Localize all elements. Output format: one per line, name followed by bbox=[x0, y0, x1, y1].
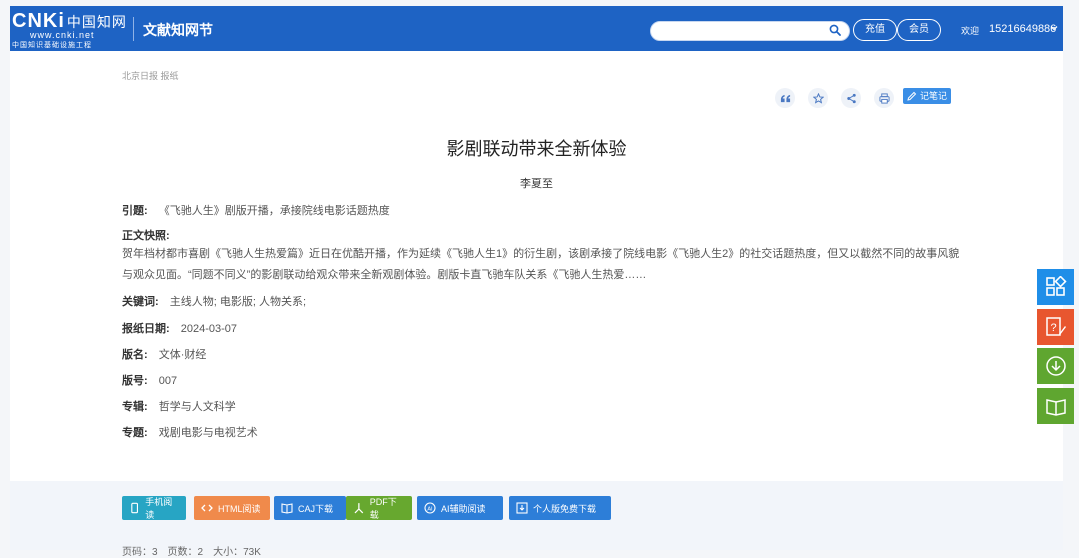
member-button[interactable]: 会员 bbox=[897, 19, 941, 41]
pdf-download-label: PDF下载 bbox=[369, 497, 397, 520]
article-panel: 北京日报 报纸 记笔记 影剧联动带来全新体验 李夏至 引题: 《飞驰人生》剧版开… bbox=[10, 51, 1063, 481]
download-box-icon bbox=[516, 502, 528, 514]
series-field: 专辑: 哲学与人文科学 bbox=[122, 398, 236, 414]
ai-read-button[interactable]: AI AI辅助阅读 bbox=[417, 496, 503, 520]
date-label: 报纸日期: bbox=[122, 323, 170, 335]
summary-text: 贺年档材都市喜剧《飞驰人生热爱篇》近日在优酷开播，作为延续《飞驰人生1》的衍生剧… bbox=[122, 248, 960, 281]
topic-value: 戏剧电影与电视艺术 bbox=[158, 427, 258, 439]
share-icon bbox=[846, 93, 856, 103]
username-menu[interactable]: 15216649886 bbox=[989, 23, 1056, 35]
feedback-icon: ? bbox=[1045, 317, 1066, 336]
print-icon bbox=[878, 92, 890, 104]
pencil-icon bbox=[907, 91, 917, 101]
svg-text:AI: AI bbox=[427, 506, 433, 512]
article-toolbar bbox=[775, 88, 907, 108]
edition-name-value: 文体·财经 bbox=[158, 349, 207, 361]
search-icon[interactable] bbox=[829, 24, 841, 36]
edition-name-field: 版名: 文体·财经 bbox=[122, 346, 206, 362]
edition-name-label: 版名: bbox=[122, 349, 148, 361]
ai-read-label: AI辅助阅读 bbox=[441, 503, 486, 514]
logo-brand: CNKi bbox=[12, 10, 65, 32]
sidebar-read-button[interactable] bbox=[1037, 388, 1074, 424]
recharge-button[interactable]: 充值 bbox=[853, 19, 897, 41]
lead-value: 《飞驰人生》剧版开播，承接院线电影话题热度 bbox=[158, 205, 390, 217]
keywords-field: 关键词: 主线人物; 电影版; 人物关系; bbox=[122, 293, 306, 309]
phone-icon bbox=[131, 502, 138, 514]
sidebar-feedback-button[interactable]: ? bbox=[1037, 309, 1074, 345]
quote-icon bbox=[780, 94, 790, 102]
download-icon bbox=[1045, 356, 1066, 376]
date-value: 2024-03-07 bbox=[180, 323, 238, 335]
star-icon bbox=[812, 92, 824, 104]
caj-download-label: CAJ下载 bbox=[298, 503, 334, 514]
share-button[interactable] bbox=[841, 88, 861, 108]
topic-field: 专题: 戏剧电影与电视艺术 bbox=[122, 424, 258, 440]
mobile-read-button[interactable]: 手机阅读 bbox=[122, 496, 186, 520]
chevron-down-icon[interactable] bbox=[1050, 24, 1058, 32]
action-bar: 手机阅读 HTML阅读 CAJ下载 PDF下载 AI AI辅助阅读 个人版免费下… bbox=[10, 481, 1063, 558]
edition-no-label: 版号: bbox=[122, 375, 148, 387]
page-stats: 页码：3 页数：2 大小：73K bbox=[122, 547, 261, 558]
free-download-button[interactable]: 个人版免费下载 bbox=[509, 496, 611, 520]
print-button[interactable] bbox=[874, 88, 894, 108]
mobile-read-label: 手机阅读 bbox=[145, 497, 173, 520]
free-download-label: 个人版免费下载 bbox=[533, 503, 597, 514]
take-note-label: 记笔记 bbox=[920, 91, 948, 101]
caj-download-button[interactable]: CAJ下载 bbox=[274, 496, 346, 520]
pdf-download-button[interactable]: PDF下载 bbox=[346, 496, 412, 520]
quote-button[interactable] bbox=[775, 88, 795, 108]
top-header-bar: CNKi 中国知网 www.cnki.net 中国知识基础设施工程 文献知网节 充… bbox=[10, 6, 1063, 51]
open-book-icon bbox=[281, 503, 293, 514]
logo-subtitle: 中国知识基础设施工程 bbox=[12, 42, 92, 49]
welcome-label: 欢迎 bbox=[961, 26, 980, 36]
take-note-button[interactable]: 记笔记 bbox=[903, 88, 952, 104]
keywords-label: 关键词: bbox=[122, 296, 159, 308]
html-read-button[interactable]: HTML阅读 bbox=[194, 496, 270, 520]
logo-cn: 中国知网 bbox=[66, 14, 127, 30]
favorite-button[interactable] bbox=[808, 88, 828, 108]
article-title: 影剧联动带来全新体验 bbox=[446, 139, 627, 159]
header-divider bbox=[133, 17, 134, 41]
section-title[interactable]: 文献知网节 bbox=[143, 20, 213, 40]
ai-icon: AI bbox=[424, 502, 436, 514]
summary-label: 正文快照: bbox=[122, 230, 170, 242]
lead-label: 引题: bbox=[122, 205, 148, 217]
search-input[interactable] bbox=[650, 21, 850, 41]
code-icon bbox=[201, 504, 213, 512]
grid-icon bbox=[1045, 276, 1067, 296]
pdf-icon bbox=[354, 503, 364, 514]
edition-no-value: 007 bbox=[158, 375, 178, 387]
keywords-value[interactable]: 主线人物; 电影版; 人物关系; bbox=[170, 296, 306, 308]
sidebar-download-button[interactable] bbox=[1037, 348, 1074, 384]
series-label: 专辑: bbox=[122, 401, 148, 413]
topic-label: 专题: bbox=[122, 427, 148, 439]
svg-text:?: ? bbox=[1050, 322, 1056, 334]
article-author[interactable]: 李夏至 bbox=[10, 175, 1063, 191]
lead-field: 引题: 《飞驰人生》剧版开播，承接院线电影话题热度 bbox=[122, 202, 390, 218]
sidebar-grid-button[interactable] bbox=[1037, 269, 1074, 305]
html-read-label: HTML阅读 bbox=[218, 503, 261, 514]
logo-url: www.cnki.net bbox=[30, 30, 95, 40]
cnki-logo[interactable]: CNKi 中国知网 www.cnki.net 中国知识基础设施工程 bbox=[10, 6, 130, 51]
book-icon bbox=[1045, 399, 1066, 416]
breadcrumb[interactable]: 北京日报 报纸 bbox=[122, 69, 179, 82]
edition-no-field: 版号: 007 bbox=[122, 372, 177, 388]
series-value: 哲学与人文科学 bbox=[158, 401, 236, 413]
date-field: 报纸日期: 2024-03-07 bbox=[122, 320, 237, 336]
